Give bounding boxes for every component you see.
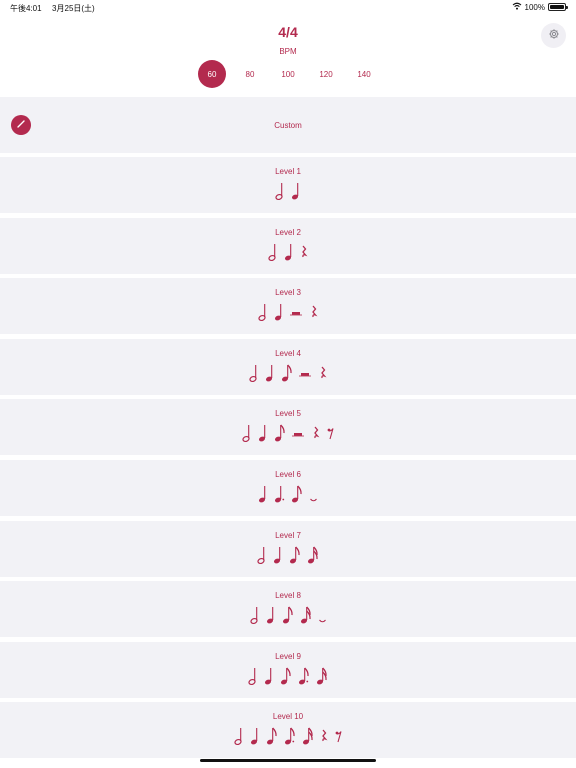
quarter-rest-note-icon (300, 241, 308, 266)
level-label: Level 8 (275, 591, 301, 601)
level-label: Level 9 (275, 651, 301, 661)
battery-icon (548, 3, 568, 11)
half-note-icon (241, 422, 252, 447)
quarter-note-icon (284, 241, 294, 266)
eighth-note-icon (281, 362, 293, 387)
level-label: Level 10 (272, 712, 304, 722)
half-note-icon (249, 362, 259, 387)
battery-fill (550, 5, 564, 9)
home-indicator[interactable] (200, 759, 376, 762)
note-sequence (0, 362, 576, 384)
half-note-icon (233, 725, 244, 750)
level-row[interactable]: Level 4 (0, 338, 576, 395)
eighth-note-icon (280, 665, 292, 690)
quarter-rest-note-icon (312, 422, 320, 447)
dotted-eighth-note-icon (298, 665, 310, 690)
dotted-quarter-note-icon (274, 483, 285, 508)
quarter-note-icon (273, 544, 283, 569)
status-time: 午後4:01 (10, 4, 42, 13)
note-sequence (0, 180, 576, 202)
sixteenth-note-icon (307, 544, 319, 569)
eighth-note-icon (289, 544, 301, 569)
settings-button[interactable] (541, 23, 566, 48)
eighth-rest-note-icon (326, 422, 335, 447)
status-time-date: 午後4:01 3月25日(土) (10, 3, 95, 14)
eighth-note-icon (274, 422, 286, 447)
bpm-option-140[interactable]: 140 (350, 60, 378, 88)
quarter-note-icon (274, 301, 284, 326)
quarter-note-icon (258, 483, 268, 508)
note-sequence (0, 544, 576, 566)
half-rest-note-icon (290, 301, 304, 326)
level-row[interactable]: Level 5 (0, 399, 576, 456)
half-note-icon (275, 180, 285, 205)
level-label: Level 4 (275, 348, 301, 358)
bpm-option-80[interactable]: 80 (236, 60, 264, 88)
bpm-option-120[interactable]: 120 (312, 60, 340, 88)
note-sequence (0, 665, 576, 687)
quarter-rest-note-icon (319, 362, 327, 387)
dotted-eighth-note-icon (284, 725, 296, 750)
sixteenth-note-icon (302, 725, 314, 750)
eighth-note-icon (282, 604, 294, 629)
note-sequence (0, 725, 576, 747)
note-sequence (0, 301, 576, 323)
half-note-icon (248, 665, 258, 690)
header: 4/4 BPM 60 80 100 120 140 (0, 14, 576, 97)
level-row[interactable]: Level 3 (0, 278, 576, 335)
eighth-note-icon (291, 483, 303, 508)
level-label: Level 2 (275, 227, 301, 237)
note-sequence (0, 241, 576, 263)
half-rest-note-icon (299, 362, 313, 387)
eighth-rest-note-icon (334, 725, 343, 750)
sixteenth-note-icon (300, 604, 312, 629)
tie-note-icon (318, 604, 327, 629)
quarter-rest-note-icon (310, 301, 318, 326)
level-row[interactable]: Level 9 (0, 641, 576, 698)
status-indicators: 100% (512, 2, 568, 12)
half-note-icon (268, 241, 278, 266)
note-sequence (0, 604, 576, 626)
level-row[interactable]: Level 7 (0, 520, 576, 577)
note-sequence (0, 483, 576, 505)
half-note-icon (258, 301, 268, 326)
time-signature[interactable]: 4/4 (0, 24, 576, 40)
half-note-icon (257, 544, 267, 569)
quarter-note-icon (258, 422, 268, 447)
quarter-rest-note-icon (320, 725, 328, 750)
sixteenth-note-icon (316, 665, 328, 690)
custom-label: Custom (274, 121, 302, 130)
level-label: Level 1 (275, 167, 301, 176)
level-label: Level 6 (275, 470, 301, 479)
half-note-icon (249, 604, 260, 629)
level-label: Level 7 (275, 530, 301, 540)
status-bar: 午後4:01 3月25日(土) 100% (0, 0, 576, 14)
level-label: Level 5 (275, 409, 301, 419)
quarter-note-icon (291, 180, 301, 205)
battery-percent: 100% (524, 2, 545, 12)
level-row[interactable]: Level 1 (0, 157, 576, 213)
level-row[interactable]: Level 8 (0, 581, 576, 638)
quarter-note-icon (266, 604, 276, 629)
level-row[interactable]: Level 2 (0, 217, 576, 274)
bpm-option-100[interactable]: 100 (274, 60, 302, 88)
quarter-note-icon (265, 362, 275, 387)
level-label: Level 3 (275, 288, 301, 298)
half-rest-note-icon (291, 422, 306, 447)
bpm-label: BPM (279, 47, 297, 56)
bpm-option-60[interactable]: 60 (198, 60, 226, 88)
quarter-note-icon (264, 665, 274, 690)
gear-icon (548, 27, 560, 45)
status-date: 3月25日(土) (52, 4, 95, 13)
note-sequence (0, 422, 576, 444)
level-row[interactable]: Level 10 (0, 702, 576, 759)
wifi-icon (512, 2, 522, 12)
tie-note-icon (309, 483, 318, 508)
eighth-note-icon (266, 725, 278, 750)
level-row[interactable]: Level 6 (0, 460, 576, 516)
custom-row[interactable]: Custom (0, 97, 576, 153)
quarter-note-icon (250, 725, 260, 750)
